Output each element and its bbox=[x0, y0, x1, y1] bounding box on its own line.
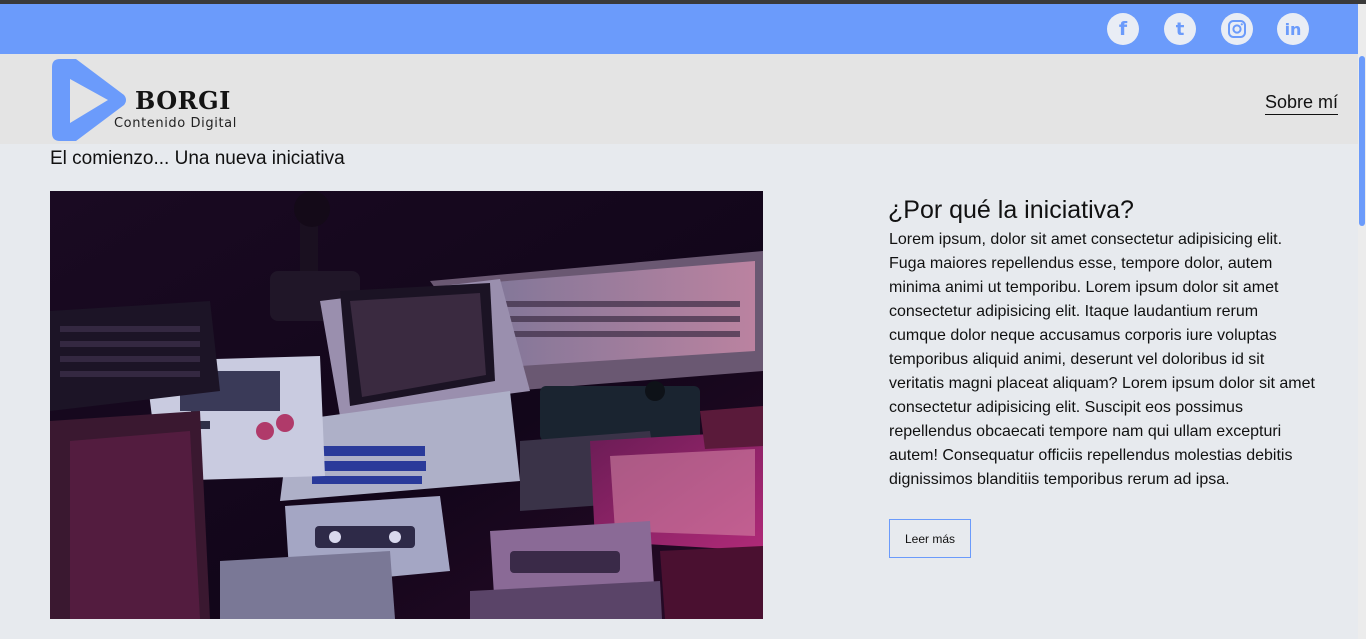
facebook-icon[interactable]: f bbox=[1107, 13, 1139, 45]
facebook-glyph: f bbox=[1118, 18, 1128, 40]
linkedin-icon[interactable]: in bbox=[1277, 13, 1309, 45]
linkedin-glyph: in bbox=[1284, 19, 1302, 39]
article-body: Lorem ipsum, dolor sit amet consectetur … bbox=[889, 231, 1315, 488]
hero-image-retro-computers bbox=[50, 191, 763, 619]
page-title: El comienzo... Una nueva iniciativa bbox=[50, 148, 345, 169]
nav-link-about[interactable]: Sobre mí bbox=[1264, 92, 1338, 115]
article-heading: ¿Por qué la iniciativa? bbox=[888, 196, 1134, 224]
logo-title: BORGI bbox=[135, 86, 231, 115]
instagram-glyph bbox=[1228, 20, 1246, 38]
scrollbar-thumb[interactable] bbox=[1359, 56, 1365, 226]
tumblr-icon[interactable]: t bbox=[1164, 13, 1196, 45]
tumblr-glyph: t bbox=[1175, 18, 1185, 40]
logo-subtitle: Contenido Digital bbox=[114, 116, 237, 131]
social-bar: f t in bbox=[0, 4, 1358, 54]
read-more-button[interactable]: Leer más bbox=[889, 519, 971, 558]
instagram-icon[interactable] bbox=[1221, 13, 1253, 45]
site-header: BORGI Contenido Digital Sobre mí bbox=[0, 54, 1358, 144]
